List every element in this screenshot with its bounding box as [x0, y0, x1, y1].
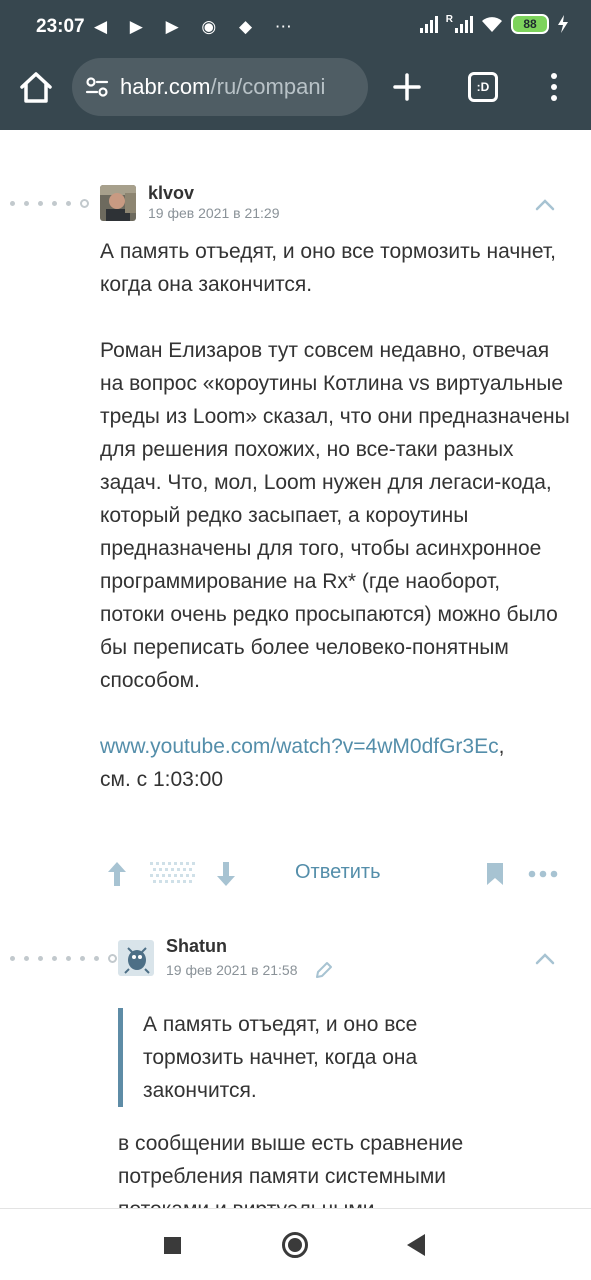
status-right-icons: R 88 [419, 13, 569, 34]
status-time: 23:07 [36, 16, 85, 37]
thread-indent-dots [10, 199, 89, 208]
bookmark-icon[interactable] [486, 862, 504, 886]
new-tab-icon[interactable] [388, 68, 426, 106]
comment-paragraph: А память отъедят, и оно все тормозить на… [100, 240, 556, 296]
comment-body: А память отъедят, и оно все тормозить на… [100, 235, 570, 796]
back-button[interactable] [407, 1234, 425, 1256]
comment-date[interactable]: 19 фев 2021 в 21:29 [148, 205, 280, 221]
more-options-icon[interactable] [528, 870, 558, 878]
chevron-up-icon[interactable] [534, 952, 556, 966]
home-button[interactable] [282, 1232, 308, 1258]
comment-body: в сообщении выше есть сравнение потребле… [118, 1127, 518, 1208]
vote-down-icon[interactable] [215, 860, 237, 888]
comments-area[interactable]: klvov 19 фев 2021 в 21:29 А память отъед… [0, 130, 591, 1208]
vote-up-icon[interactable] [106, 860, 128, 888]
blockquote: А память отъедят, и оно все тормозить на… [118, 1008, 478, 1107]
avatar[interactable] [100, 185, 136, 221]
charging-icon [558, 15, 568, 33]
thread-indent-dots [10, 954, 117, 963]
url-domain: habr.com [120, 74, 211, 99]
url-path: /ru/compani [210, 74, 326, 99]
wifi-icon [482, 17, 502, 32]
comment-author[interactable]: Shatun [166, 936, 227, 957]
chevron-up-icon[interactable] [534, 198, 556, 212]
system-navigation-bar [0, 1208, 591, 1280]
signal-icon [419, 15, 438, 33]
battery-icon: 88 [511, 14, 549, 34]
comment-timestamp-note: см. с 1:03:00 [100, 768, 224, 791]
home-icon[interactable] [16, 68, 56, 108]
link-suffix: , [498, 735, 505, 758]
previous-comment-actions-partial [120, 130, 200, 134]
comment-author[interactable]: klvov [148, 183, 194, 204]
youtube-link[interactable]: www.youtube.com/watch?v=4wM0dfGr3Ec [100, 735, 499, 758]
comment-actions: Ответить [100, 856, 570, 892]
browser-chrome: 23:07 ◀ ▶ ▶ ◉ ◆ ⋯ R 88 habr.com/ru/compa… [0, 0, 591, 130]
site-settings-icon[interactable] [84, 74, 110, 100]
overflow-menu-icon[interactable] [544, 70, 564, 104]
url-bar[interactable]: habr.com/ru/compani [72, 58, 368, 116]
rating-placeholder [150, 862, 195, 883]
url-text[interactable]: habr.com/ru/compani [120, 74, 325, 100]
reply-button[interactable]: Ответить [295, 861, 381, 884]
roaming-label: R [445, 13, 453, 25]
avatar[interactable] [118, 940, 154, 976]
tab-switcher-button[interactable]: :D [468, 72, 498, 102]
notification-icons: ◀ ▶ ▶ ◉ ◆ ⋯ [94, 17, 301, 36]
comment-paragraph: Роман Елизаров тут совсем недавно, отвеч… [100, 339, 570, 692]
edited-pencil-icon [316, 962, 332, 978]
signal-roaming-icon [455, 15, 473, 33]
status-bar: 23:07 ◀ ▶ ▶ ◉ ◆ ⋯ R 88 [0, 0, 591, 56]
recents-button[interactable] [164, 1237, 181, 1254]
comment-paragraph: в сообщении выше есть сравнение потребле… [118, 1132, 464, 1208]
comment-date[interactable]: 19 фев 2021 в 21:58 [166, 962, 298, 978]
